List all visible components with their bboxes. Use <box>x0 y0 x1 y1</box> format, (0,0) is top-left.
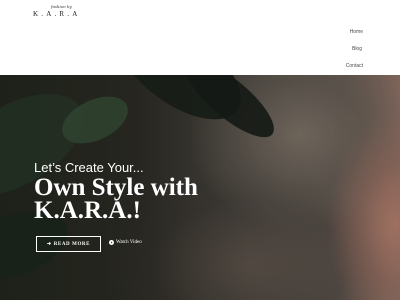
logo-wordmark: K.A.R.A <box>33 10 81 18</box>
site-logo[interactable]: fashion by K.A.R.A <box>31 4 79 21</box>
hero-subtitle: Let’s Create Your... <box>34 160 144 175</box>
play-circle-icon <box>109 240 114 245</box>
nav-item-contact[interactable]: Contact <box>346 63 363 69</box>
arrow-right-icon: ➜ <box>46 241 52 247</box>
main-nav: Home Blog Contact <box>280 0 400 75</box>
nav-item-home[interactable]: Home <box>350 29 363 35</box>
watch-video-link[interactable]: Watch Video <box>109 240 142 245</box>
nav-item-blog[interactable]: Blog <box>352 46 362 52</box>
read-more-button[interactable]: ➜ READ MORE <box>36 236 101 252</box>
hero-title: Own Style with K.A.R.A.! <box>34 175 254 224</box>
hero-title-line-2: K.A.R.A.! <box>34 197 141 224</box>
watch-video-label: Watch Video <box>116 240 142 245</box>
read-more-label: READ MORE <box>53 241 91 247</box>
site-header: fashion by K.A.R.A Home Blog Contact <box>0 0 400 75</box>
hero-banner: Let’s Create Your... Own Style with K.A.… <box>0 75 400 300</box>
logo-script-text: fashion by <box>51 4 72 9</box>
